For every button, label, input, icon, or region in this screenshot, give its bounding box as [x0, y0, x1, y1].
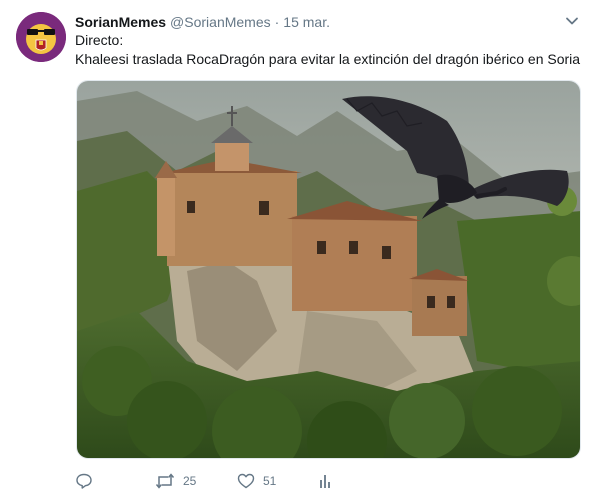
heart-icon: [237, 473, 255, 489]
tweet-actions: 25 51: [75, 470, 375, 492]
like-button[interactable]: 51: [237, 470, 276, 492]
separator-dot: ·: [274, 14, 280, 30]
tweet-text-line-1: Directo:: [75, 32, 124, 48]
reply-icon: [76, 473, 92, 489]
tweet-card[interactable]: SorianMemes @SorianMemes · 15 mar. Direc…: [0, 0, 595, 496]
analytics-icon: [320, 475, 330, 488]
tweet-photo[interactable]: [76, 80, 581, 459]
display-name[interactable]: SorianMemes: [75, 14, 166, 30]
tweet-header: SorianMemes @SorianMemes · 15 mar.: [75, 12, 330, 32]
tweet-text: Directo: Khaleesi traslada RocaDragón pa…: [75, 31, 580, 69]
tweet-text-line-2: Khaleesi traslada RocaDragón para evitar…: [75, 51, 581, 67]
retweet-button[interactable]: 25: [155, 470, 196, 492]
retweet-count: 25: [183, 474, 197, 488]
castle-dragon-photo: [77, 81, 580, 458]
chevron-down-icon[interactable]: [565, 14, 579, 28]
user-handle[interactable]: @SorianMemes: [170, 14, 271, 30]
avatar-emoji-icon: [16, 12, 66, 62]
timestamp[interactable]: 15 mar.: [283, 14, 330, 30]
reply-button[interactable]: [75, 470, 93, 492]
retweet-icon: [155, 473, 175, 489]
analytics-button[interactable]: [318, 470, 332, 492]
avatar[interactable]: [16, 12, 66, 62]
like-count: 51: [263, 474, 277, 488]
